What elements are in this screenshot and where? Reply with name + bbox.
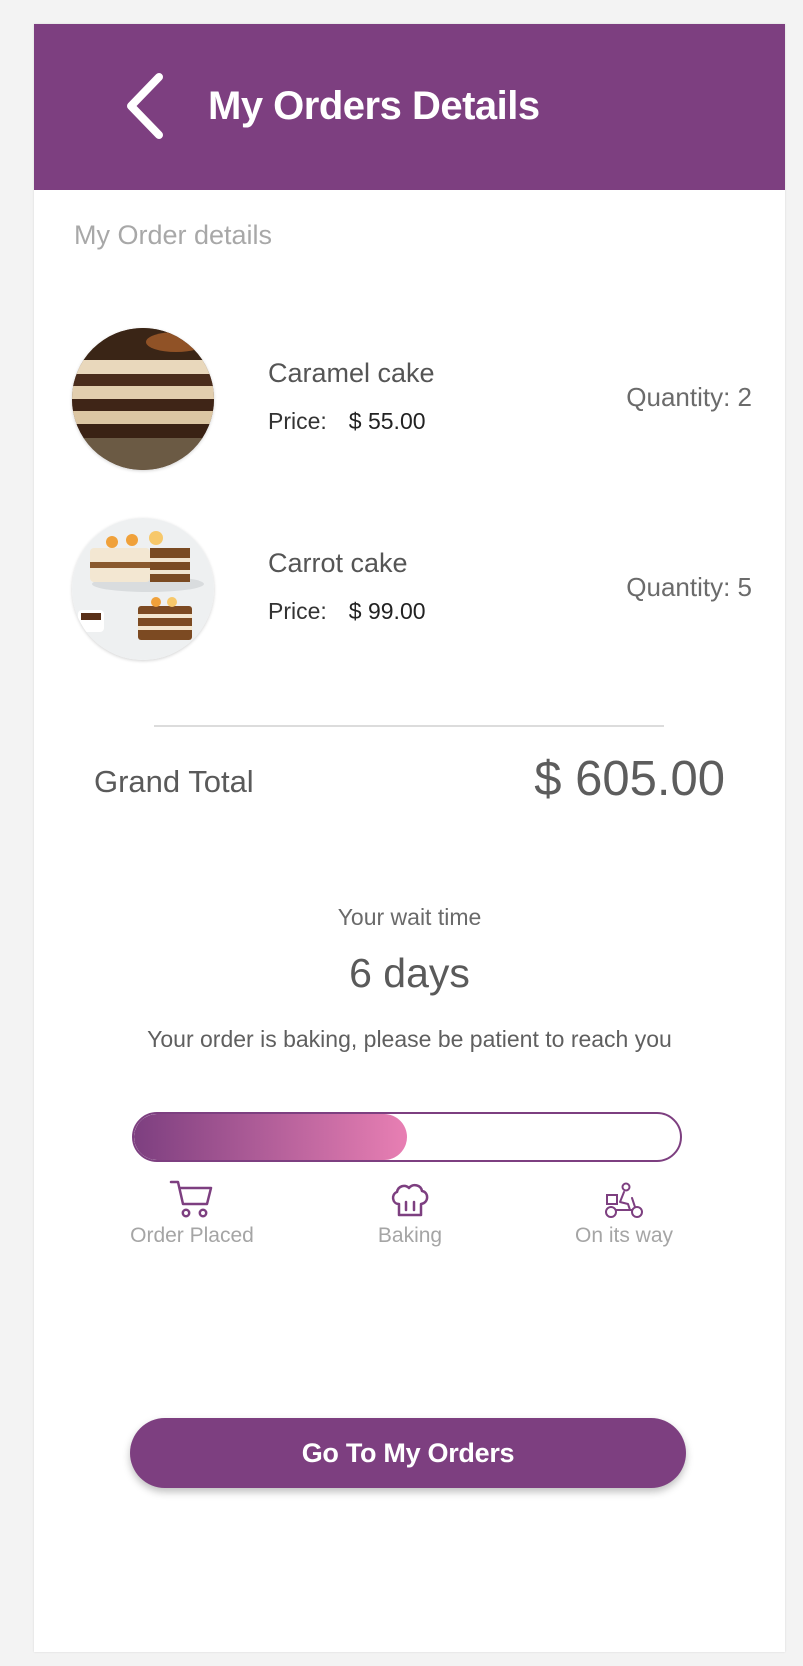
app-screen: My Orders Details My Order details Caram… bbox=[34, 24, 785, 1652]
wait-time-label: Your wait time bbox=[337, 904, 482, 930]
section-label: My Order details bbox=[74, 220, 273, 250]
step-label: On its way bbox=[574, 1224, 674, 1247]
caramel-cake-photo bbox=[72, 328, 214, 470]
price-row: Price: $ 99.00 bbox=[268, 598, 426, 625]
grand-total-label: Grand Total bbox=[94, 764, 254, 799]
item-name: Carrot cake bbox=[268, 548, 408, 578]
order-item: Carrot cake Price: $ 99.00 Quantity: 5 bbox=[72, 518, 752, 660]
delivery-rider-icon bbox=[605, 1182, 643, 1218]
price-label: Price: bbox=[268, 408, 327, 434]
step-label: Baking bbox=[377, 1224, 443, 1247]
item-name: Caramel cake bbox=[268, 358, 435, 388]
order-item: Caramel cake Price: $ 55.00 Quantity: 2 bbox=[72, 328, 752, 470]
chevron-left-icon bbox=[127, 73, 163, 139]
step-label: Order Placed bbox=[130, 1224, 254, 1247]
cart-icon bbox=[169, 1180, 213, 1218]
price-label: Price: bbox=[268, 598, 327, 624]
grand-total-value: $ 605.00 bbox=[534, 752, 725, 806]
step-order-placed: Order Placed bbox=[112, 1174, 272, 1248]
quantity-label: Quantity: 2 bbox=[626, 382, 752, 412]
back-button[interactable] bbox=[104, 66, 184, 146]
app-bar: My Orders Details bbox=[34, 24, 785, 190]
wait-time-value: 6 days bbox=[349, 950, 470, 996]
divider bbox=[154, 725, 664, 727]
chef-hat-icon bbox=[391, 1183, 429, 1217]
page-title: My Orders Details bbox=[208, 84, 540, 128]
wait-message: Your order is baking, please be patient … bbox=[147, 1026, 672, 1052]
price-row: Price: $ 55.00 bbox=[268, 408, 426, 435]
carrot-cake-photo bbox=[72, 518, 214, 660]
price-value: $ 55.00 bbox=[348, 408, 426, 434]
progress-fill bbox=[134, 1114, 407, 1160]
go-to-my-orders-button[interactable]: Go To My Orders bbox=[130, 1418, 686, 1488]
step-on-its-way: On its way bbox=[544, 1174, 704, 1248]
step-baking: Baking bbox=[330, 1174, 490, 1248]
order-progress-bar bbox=[132, 1112, 682, 1162]
quantity-label: Quantity: 5 bbox=[626, 572, 752, 602]
price-value: $ 99.00 bbox=[348, 598, 426, 624]
